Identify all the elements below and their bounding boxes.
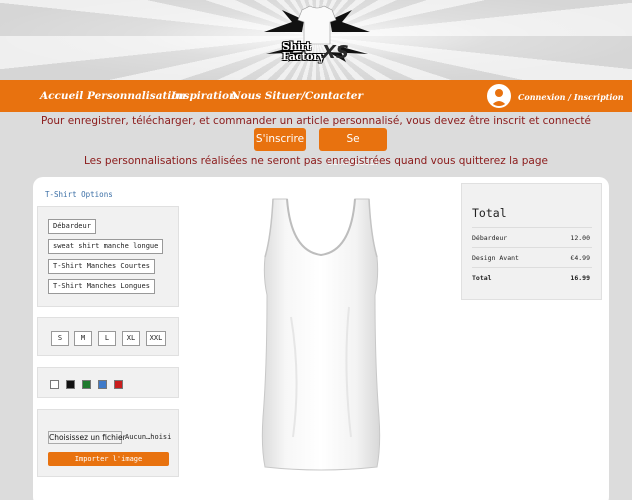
row-value: 16.99 bbox=[570, 274, 590, 282]
size-s[interactable]: S bbox=[51, 331, 69, 346]
size-xxl[interactable]: XXL bbox=[146, 331, 166, 346]
row-label: Total bbox=[472, 274, 492, 282]
color-blue[interactable] bbox=[98, 380, 107, 389]
tank-top-preview[interactable] bbox=[251, 197, 391, 472]
file-name: Aucun…hoisi bbox=[125, 433, 172, 441]
total-box: Total Débardeur 12.00 Design Avant €4.99… bbox=[461, 183, 602, 300]
signup-button[interactable]: S'inscrire bbox=[254, 128, 306, 151]
choose-file-button[interactable]: Choisissez un fichier bbox=[48, 431, 126, 444]
login-link[interactable]: Connexion / Inscription bbox=[518, 92, 624, 102]
type-manches-longues[interactable]: T-Shirt Manches Longues bbox=[48, 279, 155, 294]
login-button[interactable]: Se connecter bbox=[319, 128, 387, 168]
user-icon bbox=[491, 89, 507, 106]
total-title: Total bbox=[472, 206, 507, 220]
options-title: T-Shirt Options bbox=[45, 190, 113, 199]
total-row: Total 16.99 bbox=[472, 267, 592, 285]
color-red[interactable] bbox=[114, 380, 123, 389]
row-label: Débardeur bbox=[472, 234, 508, 242]
row-value: 12.00 bbox=[570, 234, 590, 242]
type-debardeur[interactable]: Débardeur bbox=[48, 219, 96, 234]
row-value: €4.99 bbox=[570, 254, 590, 262]
main-nav: Accueil Personnalisation Inspiration Nou… bbox=[0, 80, 632, 112]
size-m[interactable]: M bbox=[74, 331, 92, 346]
size-box: S M L XL XXL bbox=[37, 317, 179, 356]
size-l[interactable]: L bbox=[98, 331, 116, 346]
customizer-panel: T-Shirt Options Débardeur sweat shirt ma… bbox=[33, 177, 609, 500]
tshirt-logo-icon bbox=[264, 5, 370, 62]
nav-accueil[interactable]: Accueil bbox=[40, 90, 83, 102]
notice-login-required: Pour enregistrer, télécharger, et comman… bbox=[41, 115, 591, 127]
color-white[interactable] bbox=[50, 380, 59, 389]
type-box: Débardeur sweat shirt manche longue T-Sh… bbox=[37, 206, 179, 307]
logo-xs: XS bbox=[322, 42, 349, 63]
row-label: Design Avant bbox=[472, 254, 519, 262]
total-row: Design Avant €4.99 bbox=[472, 247, 592, 265]
color-green[interactable] bbox=[82, 380, 91, 389]
total-row: Débardeur 12.00 bbox=[472, 227, 592, 245]
type-manches-courtes[interactable]: T-Shirt Manches Courtes bbox=[48, 259, 155, 274]
type-sweat[interactable]: sweat shirt manche longue bbox=[48, 239, 164, 254]
color-box bbox=[37, 367, 179, 398]
notice-not-saved: Les personnalisations réalisées ne seron… bbox=[84, 155, 548, 167]
avatar[interactable] bbox=[487, 84, 511, 108]
nav-inspiration[interactable]: Inspiration bbox=[171, 90, 237, 102]
upload-box: Choisissez un fichier Aucun…hoisi Import… bbox=[37, 409, 179, 477]
color-black[interactable] bbox=[66, 380, 75, 389]
nav-contact[interactable]: Nous Situer/Contacter bbox=[231, 90, 363, 102]
site-logo[interactable]: Shirt Factory XS bbox=[262, 2, 372, 78]
size-xl[interactable]: XL bbox=[122, 331, 140, 346]
import-image-button[interactable]: Importer l'image bbox=[48, 452, 169, 466]
